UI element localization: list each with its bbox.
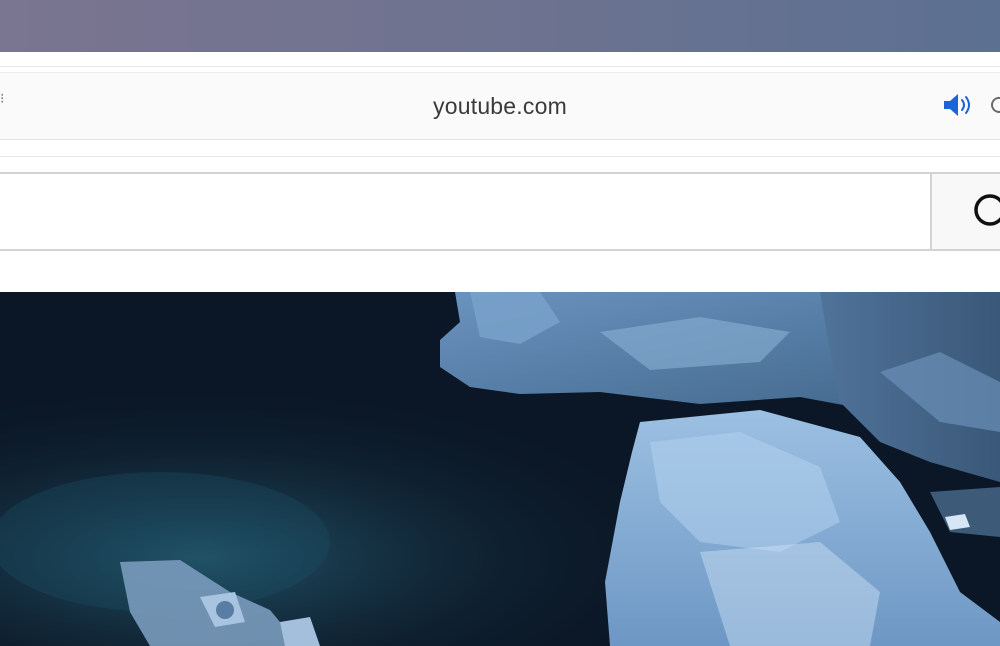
- search-input[interactable]: [0, 172, 931, 251]
- search-icon: [974, 194, 1000, 226]
- youtube-page: [0, 157, 1000, 646]
- address-url[interactable]: youtube.com: [0, 73, 1000, 141]
- search-bar: [0, 172, 1000, 251]
- video-player[interactable]: [0, 292, 1000, 646]
- reload-icon[interactable]: [988, 94, 1000, 116]
- browser-window: youtube.com ⁝: [0, 52, 1000, 646]
- browser-toolbar: youtube.com ⁝: [0, 52, 1000, 157]
- toolbar-divider: [0, 66, 1000, 67]
- sidebar-edge-icon: ⁝: [0, 90, 5, 106]
- search-button[interactable]: [931, 172, 1000, 251]
- desktop-background: [0, 0, 1000, 52]
- address-bar[interactable]: youtube.com: [0, 72, 1000, 140]
- speaker-playing-icon[interactable]: [941, 91, 975, 119]
- video-frame: [0, 292, 1000, 646]
